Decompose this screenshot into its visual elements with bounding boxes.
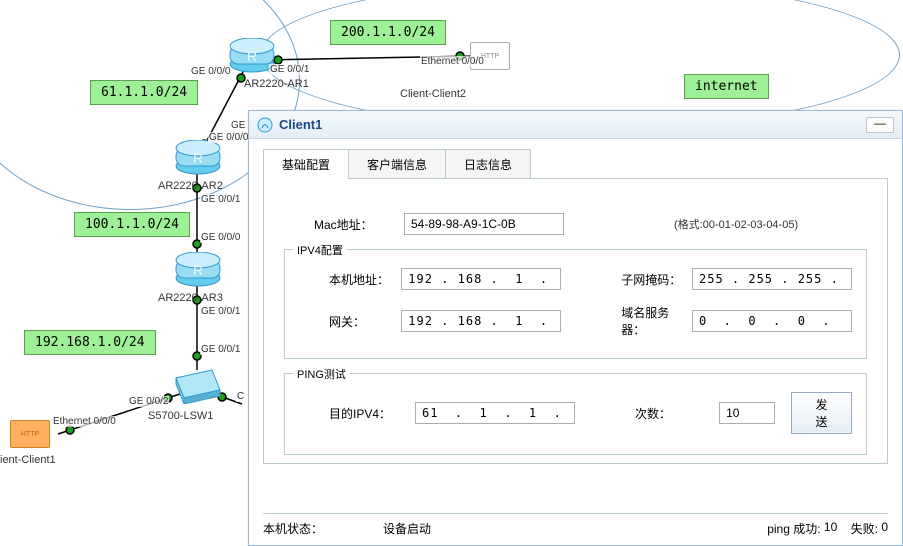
ping-section-title: PING测试 [293,366,350,382]
minimize-button[interactable]: — [866,117,894,133]
dev-c2: Client-Client2 [400,88,466,100]
dns-label: 域名服务器： [621,304,692,338]
router-ar2[interactable]: R [174,140,222,176]
ping-count-input[interactable] [719,402,775,424]
port-ar1-g000: GE 0/0/0 [190,66,231,77]
gw-label: 网关： [329,313,401,330]
net-label-61: 61.1.1.0/24 [90,80,198,105]
mac-input[interactable] [404,213,564,235]
switch-lsw1[interactable] [172,366,224,404]
mac-format-note: (格式:00-01-02-03-04-05) [674,216,798,232]
status-bar: 本机状态： 设备启动 ping 成功: 10 失败: 0 [263,513,888,537]
dev-ar2: AR2220-AR2 [158,180,223,192]
tab-basic[interactable]: 基础配置 [263,149,349,179]
ip-input[interactable] [401,268,561,290]
port-lsw-g001: GE 0/0/1 [200,344,241,355]
port-ar2-g000: GE 0/0/0 [208,132,249,143]
ping-target-input[interactable] [415,402,575,424]
svg-text:R: R [193,262,203,278]
dev-lsw: S5700-LSW1 [148,410,213,422]
mask-label: 子网掩码： [621,271,692,288]
gw-input[interactable] [401,310,561,332]
dev-ar3: AR2220-AR3 [158,292,223,304]
port-ar3-g000: GE 0/0/0 [200,232,241,243]
ping-section: PING测试 目的IPV4： 次数： 发送 [284,373,867,455]
mac-label: Mac地址： [314,216,404,233]
tab-client[interactable]: 客户端信息 [348,149,446,179]
host-state-value: 设备启动 [383,520,431,537]
tab-body: Mac地址： (格式:00-01-02-03-04-05) IPV4配置 本机地… [263,178,888,464]
mask-input[interactable] [692,268,852,290]
client1-dialog: Client1 — 基础配置 客户端信息 日志信息 Mac地址： (格式:00-… [248,110,903,546]
app-icon [257,117,273,133]
ping-ok-value: 10 [824,520,837,537]
ping-fail-label: 失败: [851,520,878,537]
ipv4-section-title: IPV4配置 [293,242,347,258]
net-label-200: 200.1.1.0/24 [330,20,446,45]
port-ar1-g001: GE 0/0/1 [269,64,310,75]
router-ar3[interactable]: R [174,252,222,288]
port-lsw-g003: C [236,391,245,402]
ping-count-label: 次数： [635,405,719,422]
ipv4-section: IPV4配置 本机地址： 子网掩码： 网关： 域名服务器： [284,249,867,359]
dev-c1: ient-Client1 [0,454,56,466]
host-state-label: 本机状态： [263,520,323,537]
ip-label: 本机地址： [329,271,401,288]
ping-fail-value: 0 [881,520,888,537]
tab-strip: 基础配置 客户端信息 日志信息 [263,149,892,179]
svg-text:R: R [247,48,257,64]
port-lsw-g002: GE 0/0/2 [128,396,169,407]
port-c2-eth: Ethernet 0/0/0 [420,56,485,67]
tab-log[interactable]: 日志信息 [445,149,531,179]
port-ar2-g001: GE 0/0/1 [200,194,241,205]
send-button[interactable]: 发送 [791,392,852,434]
dialog-title: Client1 [279,117,866,132]
port-ar3-g001: GE 0/0/1 [200,306,241,317]
dns-input[interactable] [692,310,852,332]
svg-text:R: R [193,150,203,166]
ping-ok-label: ping 成功: [767,520,820,537]
dev-ar1: AR2220-AR1 [244,78,309,90]
titlebar[interactable]: Client1 — [249,111,902,139]
ping-target-label: 目的IPV4： [329,405,415,422]
net-label-internet: internet [684,74,769,99]
net-label-192: 192.168.1.0/24 [24,330,156,355]
net-label-100: 100.1.1.0/24 [74,212,190,237]
port-c1-eth: Ethernet 0/0/0 [52,416,117,427]
client1-icon[interactable]: HTTP [10,420,50,448]
